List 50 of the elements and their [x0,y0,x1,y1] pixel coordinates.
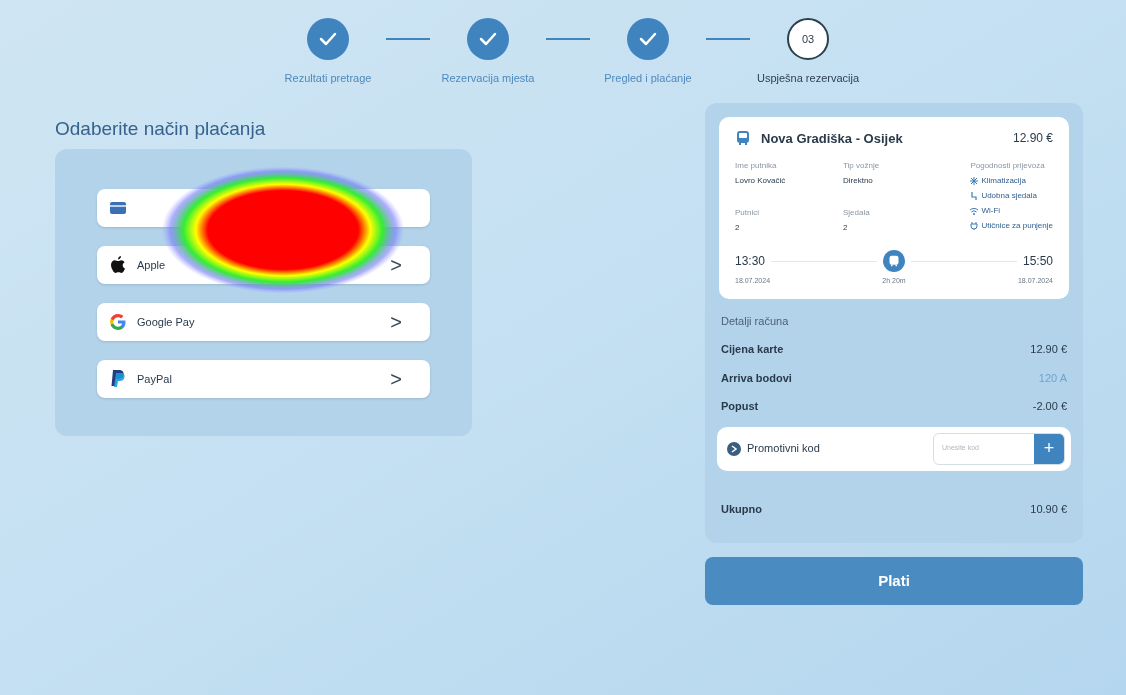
total-label: Ukupno [721,501,762,517]
bill-label: Arriva bodovi [721,370,792,386]
add-promo-button[interactable]: + [1034,433,1064,464]
amenity-label: Klimatizacija [981,175,1026,187]
promo-icon [727,441,741,456]
payment-method-button[interactable]: PayPal > [97,360,430,398]
field-label: Sjedala [843,207,871,219]
field-label: Putnici [735,207,760,219]
plug-icon [970,222,979,230]
payment-method-button[interactable]: Google Pay > [97,303,430,341]
field-value: 2 [735,222,741,234]
field-label: Ime putnika [735,160,778,172]
field-label: Tip vožnje [843,160,881,172]
bill-value: -2.00 € [1032,399,1067,414]
section-title: Odaberite način plaćanja [55,116,267,141]
ticket-price: 12.90 € [1012,130,1053,148]
field-value: Direktno [843,175,874,187]
field-value: 2 [843,222,849,234]
snowflake-icon [970,177,979,185]
paypal-icon [109,369,127,389]
step-label: Uspješna rezervacija [756,71,860,86]
field-value: Lovro Kovačić [735,175,787,187]
google-icon [109,313,127,331]
check-icon [639,32,657,46]
check-icon [479,32,497,46]
bill-value: 12.90 € [1030,342,1067,357]
bus-icon [735,130,751,147]
step-label: Rezultati pretrage [284,71,372,86]
bill-title: Detalji računa [721,313,790,329]
bus-icon [888,255,900,267]
bill-value: 120 A [1038,370,1067,386]
route-title: Nova Gradiška - Osijek [761,129,903,148]
step-label: Pregled i plaćanje [604,71,692,86]
departure-time: 13:30 [735,253,766,270]
arrival-time: 15:50 [1022,253,1053,270]
pay-button[interactable]: Plati [705,557,1083,605]
total-value: 10.90 € [1030,501,1067,517]
bill-label: Popust [721,399,759,414]
check-icon [319,32,337,46]
step-label: Rezervacija mjesta [441,71,535,86]
seat-icon [970,192,979,200]
wifi-icon [970,207,979,215]
amenity-label: Udobna sjedala [981,190,1037,202]
amenities-title: Pogodnosti prijevoza [970,160,1046,172]
card-icon [109,201,127,215]
promo-label: Promotivni kod [747,441,820,457]
amenity-label: Utičnice za punjenje [981,220,1053,232]
amenity-label: Wi-Fi [981,205,1001,217]
bill-label: Cijena karte [721,342,784,357]
apple-icon [109,255,127,275]
